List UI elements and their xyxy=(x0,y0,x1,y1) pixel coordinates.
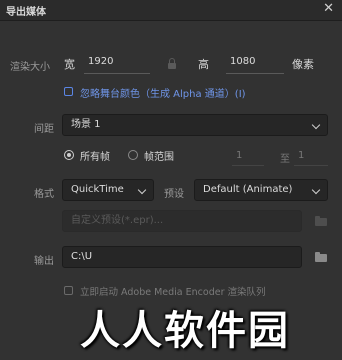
range-to-label: 至 xyxy=(280,154,290,165)
scene-dropdown-value: 场景 1 xyxy=(71,119,101,130)
lock-icon[interactable] xyxy=(168,58,176,69)
height-label: 高 xyxy=(198,58,209,71)
chevron-down-icon xyxy=(311,185,321,195)
folder-icon[interactable] xyxy=(315,252,327,262)
output-path-input[interactable]: C:\U xyxy=(62,246,302,268)
all-frames-radio[interactable] xyxy=(64,150,74,160)
range-start-input[interactable]: 1 xyxy=(232,146,264,166)
width-label: 宽 xyxy=(64,58,75,71)
height-input[interactable]: 1080 xyxy=(226,52,284,74)
close-icon[interactable]: ✕ xyxy=(323,2,334,16)
format-dropdown[interactable]: QuickTime xyxy=(62,179,154,201)
span-label: 间距 xyxy=(34,124,54,135)
folder-icon xyxy=(315,216,327,226)
preset-dropdown-value: Default (Animate) xyxy=(203,184,293,195)
range-end-input[interactable]: 1 xyxy=(294,146,328,166)
ignore-stage-color-label[interactable]: 忽略舞台颜色（生成 Alpha 通道）(I) xyxy=(80,85,246,100)
scene-dropdown[interactable]: 场景 1 xyxy=(62,114,328,136)
custom-preset-field: 自定义预设(*.epr)... xyxy=(62,210,302,232)
ignore-stage-color-checkbox[interactable] xyxy=(64,87,73,96)
chevron-down-icon xyxy=(137,185,147,195)
format-label: 格式 xyxy=(34,189,54,200)
output-label: 输出 xyxy=(34,256,54,267)
launch-encoder-label[interactable]: 立即启动 Adobe Media Encoder 渲染队列 xyxy=(80,284,266,298)
title-bar: 导出媒体 ✕ xyxy=(0,0,342,21)
launch-encoder-checkbox[interactable] xyxy=(64,286,73,295)
chevron-down-icon xyxy=(311,120,321,130)
width-input[interactable]: 1920 xyxy=(84,52,150,74)
frame-range-radio[interactable] xyxy=(128,150,138,160)
preset-label: 预设 xyxy=(164,189,184,200)
frame-range-label[interactable]: 帧范围 xyxy=(144,148,174,163)
all-frames-label[interactable]: 所有帧 xyxy=(80,148,110,163)
watermark-text: 人人软件园 xyxy=(80,308,290,354)
preset-dropdown[interactable]: Default (Animate) xyxy=(194,179,328,201)
render-size-label: 渲染大小 xyxy=(10,62,50,73)
window-title: 导出媒体 xyxy=(6,7,46,18)
format-dropdown-value: QuickTime xyxy=(71,184,124,195)
unit-label: 像素 xyxy=(292,58,314,71)
